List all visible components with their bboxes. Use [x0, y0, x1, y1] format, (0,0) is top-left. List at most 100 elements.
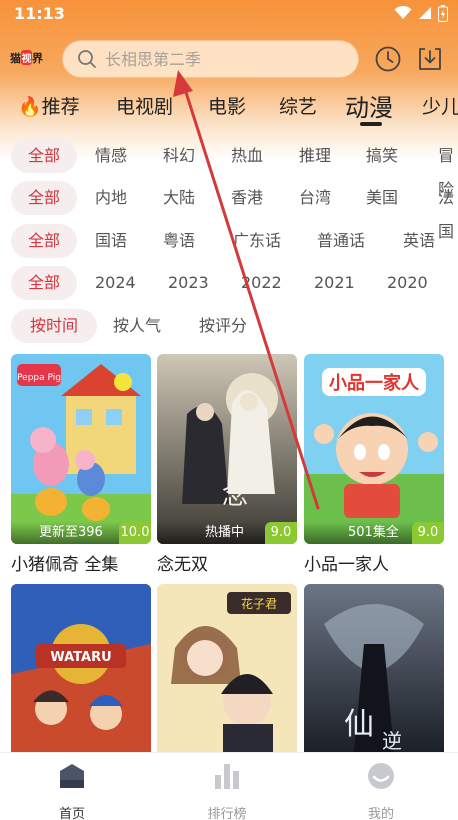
tab-label: 推荐 — [41, 96, 80, 118]
video-card[interactable]: 小品一家人 501集全 9.0 小品一家人 — [304, 354, 444, 575]
filter-row-region: 全部 内地 大陆 香港 台湾 美国 法国 — [0, 181, 458, 241]
bottom-navigation: 首页 排行榜 我的 — [0, 752, 458, 820]
sort-by-popularity[interactable]: 按人气 — [113, 309, 161, 343]
filter-row-year: 全部 2024 2023 2022 2021 2020 — [0, 266, 458, 302]
filter-genre-romance[interactable]: 情感 — [95, 139, 127, 173]
battery-icon — [438, 4, 448, 22]
poster-art: 花子君 — [157, 584, 297, 752]
filter-year-all[interactable]: 全部 — [11, 266, 77, 300]
filter-region-china[interactable]: 大陆 — [163, 181, 195, 215]
profile-icon — [368, 763, 394, 789]
active-tab-indicator — [360, 122, 382, 126]
status-bar: 11:13 — [0, 0, 458, 26]
logo-text-right: 界 — [32, 52, 43, 65]
video-card[interactable]: WATARU — [11, 584, 151, 752]
rating-badge: 10.0 — [119, 522, 151, 544]
filter-row-sort: 按时间 按人气 按评分 — [0, 309, 458, 345]
filter-year-2023[interactable]: 2023 — [168, 266, 209, 300]
filter-row-genre: 全部 情感 科幻 热血 推理 搞笑 冒险 — [0, 139, 458, 199]
filter-language-english[interactable]: 英语 — [403, 224, 435, 258]
poster-image: 小品一家人 501集全 9.0 — [304, 354, 444, 544]
poster-art: WATARU — [11, 584, 151, 752]
card-title: 小品一家人 — [304, 555, 389, 575]
card-title: 念无双 — [157, 555, 208, 575]
filter-genre-mystery[interactable]: 推理 — [299, 139, 331, 173]
home-icon — [60, 764, 84, 788]
svg-text:念: 念 — [222, 481, 248, 511]
video-card[interactable]: 花子君 — [157, 584, 297, 752]
tab-kids[interactable]: 少儿 — [422, 92, 458, 119]
filter-year-2021[interactable]: 2021 — [314, 266, 355, 300]
category-tabs: 🔥推荐 电视剧 电影 综艺 动漫 少儿 — [0, 88, 458, 130]
filter-region-all[interactable]: 全部 — [11, 181, 77, 215]
episode-status: 热播中 — [157, 522, 267, 544]
filter-region-mainland[interactable]: 内地 — [95, 181, 127, 215]
filter-language-cantonese[interactable]: 粤语 — [163, 224, 195, 258]
tab-tv-series[interactable]: 电视剧 — [116, 92, 173, 119]
logo-text-mid: 视 — [20, 50, 32, 65]
poster-art: Peppa Pig — [11, 354, 151, 544]
nav-ranking[interactable]: 排行榜 — [187, 761, 267, 820]
poster-art: 小品一家人 — [304, 354, 444, 544]
filter-language-all[interactable]: 全部 — [11, 224, 77, 258]
nav-home-label: 首页 — [58, 807, 85, 820]
filter-row-language: 全部 国语 粤语 广东话 普通话 英语 — [0, 224, 458, 260]
filter-language-guangdong[interactable]: 广东话 — [233, 224, 281, 258]
filter-genre-all[interactable]: 全部 — [11, 139, 77, 173]
rating-badge: 9.0 — [412, 522, 444, 544]
filter-year-2022[interactable]: 2022 — [241, 266, 282, 300]
filter-region-usa[interactable]: 美国 — [366, 181, 398, 215]
wifi-icon — [394, 6, 412, 19]
svg-text:仙: 仙 — [344, 707, 374, 742]
card-title: 小猪佩奇 全集 — [11, 555, 119, 575]
download-icon[interactable] — [416, 45, 444, 73]
tab-recommend[interactable]: 🔥推荐 — [18, 92, 80, 119]
poster-art: 念 — [157, 354, 297, 544]
filter-region-france[interactable]: 法国 — [434, 181, 458, 241]
video-card[interactable]: 念 热播中 9.0 念无双 — [157, 354, 297, 575]
status-icons — [394, 4, 448, 22]
filter-region-hongkong[interactable]: 香港 — [231, 181, 263, 215]
tab-anime[interactable]: 动漫 — [345, 88, 393, 123]
episode-status: 501集全 — [304, 522, 414, 544]
search-row: 猫视界 — [0, 38, 458, 80]
poster-image: 仙 逆 — [304, 584, 444, 752]
nav-ranking-label: 排行榜 — [207, 807, 247, 820]
rating-badge: 9.0 — [265, 522, 297, 544]
svg-text:WATARU: WATARU — [50, 650, 111, 665]
poster-image: 念 热播中 9.0 — [157, 354, 297, 544]
signal-icon — [419, 7, 431, 19]
filter-genre-comedy[interactable]: 搞笑 — [366, 139, 398, 173]
flame-icon: 🔥 — [18, 96, 42, 118]
filter-year-2020[interactable]: 2020 — [387, 266, 428, 300]
sort-by-rating[interactable]: 按评分 — [199, 309, 247, 343]
poster-image: 花子君 — [157, 584, 297, 752]
nav-profile[interactable]: 我的 — [341, 761, 421, 820]
sort-by-time[interactable]: 按时间 — [11, 309, 97, 343]
tab-variety[interactable]: 综艺 — [279, 92, 317, 119]
poster-image: Peppa Pig 更新至396 10.0 — [11, 354, 151, 544]
episode-status: 更新至396 — [11, 522, 121, 544]
svg-text:小品一家人: 小品一家人 — [329, 372, 420, 394]
filter-language-putonghua[interactable]: 普通话 — [317, 224, 365, 258]
filter-genre-adventure[interactable]: 冒险 — [434, 139, 458, 199]
filter-region-taiwan[interactable]: 台湾 — [299, 181, 331, 215]
filter-genre-scifi[interactable]: 科幻 — [163, 139, 195, 173]
nav-home[interactable]: 首页 — [32, 761, 112, 820]
search-input[interactable] — [105, 49, 345, 69]
svg-text:逆: 逆 — [382, 729, 402, 752]
filter-genre-action[interactable]: 热血 — [231, 139, 263, 173]
poster-image: WATARU — [11, 584, 151, 752]
nav-profile-label: 我的 — [367, 807, 394, 820]
search-icon — [78, 50, 96, 68]
history-icon[interactable] — [374, 45, 402, 73]
logo-text-left: 猫 — [10, 52, 21, 65]
search-box[interactable] — [62, 40, 359, 78]
video-card[interactable]: 仙 逆 — [304, 584, 444, 752]
svg-text:花子君: 花子君 — [241, 596, 277, 611]
video-card[interactable]: Peppa Pig 更新至396 10.0 小猪佩奇 全集 — [11, 354, 151, 575]
filter-language-mandarin[interactable]: 国语 — [95, 224, 127, 258]
app-logo[interactable]: 猫视界 — [10, 50, 43, 66]
filter-year-2024[interactable]: 2024 — [95, 266, 136, 300]
tab-movies[interactable]: 电影 — [208, 92, 246, 119]
